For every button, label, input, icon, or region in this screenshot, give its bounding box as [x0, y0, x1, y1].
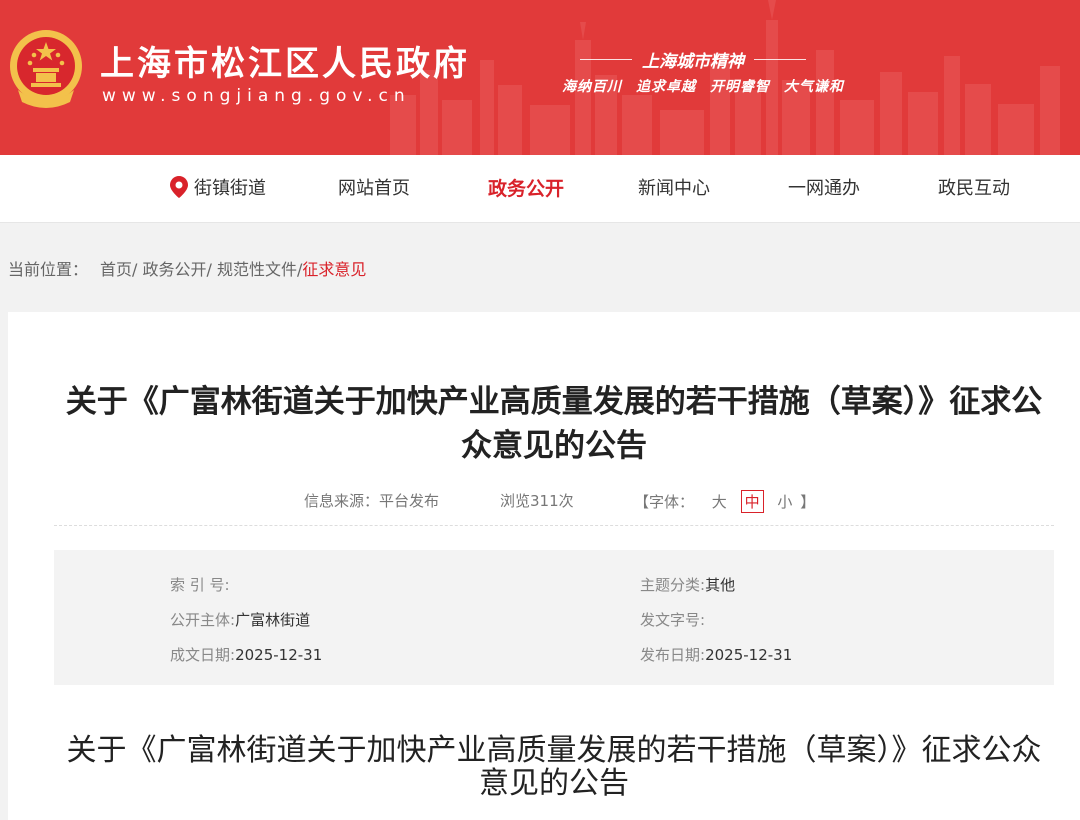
breadcrumb: 当前位置： 首页/ 政务公开/ 规范性文件/征求意见: [8, 256, 366, 280]
font-size-end: 】: [800, 493, 816, 511]
site-url: www.songjiang.gov.cn: [102, 86, 411, 106]
slogan-item: 海纳百川: [562, 79, 622, 95]
breadcrumb-current: 征求意见: [302, 260, 367, 279]
location-pin-icon: [170, 176, 188, 198]
info-topic-value: 其他: [705, 576, 736, 594]
info-index: 索 引 号:: [170, 574, 230, 595]
nav-item-label: 街镇街道: [194, 178, 266, 199]
info-published-label: 发布日期:: [640, 646, 706, 664]
info-published-date: 发布日期:2025-12-31: [640, 644, 792, 665]
national-emblem-icon: [10, 30, 82, 108]
article-body-title: 关于《广富林街道关于加快产业高质量发展的若干措施（草案）》征求公众意见的公告: [66, 733, 1042, 801]
source-label: 信息来源：: [304, 492, 380, 510]
nav-item-news[interactable]: 新闻中心: [638, 155, 710, 223]
nav-item-home[interactable]: 网站首页: [338, 155, 410, 223]
breadcrumb-gov-affairs-link[interactable]: 政务公开/: [143, 260, 212, 279]
site-header: 上海市松江区人民政府 www.songjiang.gov.cn 上海城市精神 海…: [0, 0, 1080, 155]
info-publisher: 公开主体:广富林街道: [170, 609, 310, 630]
info-docno: 发文字号:: [640, 609, 705, 630]
breadcrumb-home-link[interactable]: 首页/: [100, 260, 137, 279]
info-created-label: 成文日期:: [170, 646, 236, 664]
info-publisher-value: 广富林街道: [235, 611, 311, 629]
main-nav: 街镇街道 网站首页 政务公开 新闻中心 一网通办 政民互动: [0, 155, 1080, 223]
document-info-box: 索 引 号: 主题分类:其他 公开主体:广富林街道 发文字号: 成文日期:202…: [54, 550, 1054, 685]
font-size-large-button[interactable]: 大: [709, 491, 730, 512]
font-size-label: 【字体：: [634, 493, 695, 511]
slogan-title-text: 上海城市精神: [642, 51, 744, 72]
nav-item-interaction[interactable]: 政民互动: [938, 155, 1010, 223]
info-topic: 主题分类:其他: [640, 574, 735, 595]
info-index-label: 索 引 号:: [170, 576, 230, 594]
site-title: 上海市松江区人民政府: [100, 44, 470, 84]
meta-divider: [54, 525, 1054, 526]
info-topic-label: 主题分类:: [640, 576, 706, 594]
info-published-value: 2025-12-31: [705, 646, 793, 664]
slogan-line-right: [754, 58, 806, 60]
slogan-subtitle: 海纳百川 追求卓越 开明睿智 大气谦和: [562, 76, 858, 96]
article-title: 关于《广富林街道关于加快产业高质量发展的若干措施（草案）》征求公众意见的公告: [65, 384, 1043, 464]
article-source: 信息来源：平台发布: [304, 490, 439, 511]
source-value: 平台发布: [379, 492, 440, 510]
font-size-small-button[interactable]: 小: [774, 491, 795, 512]
nav-item-streets[interactable]: 街镇街道: [170, 155, 266, 223]
nav-item-online-services[interactable]: 一网通办: [788, 155, 860, 223]
breadcrumb-label: 当前位置：: [8, 260, 89, 279]
font-size-medium-button[interactable]: 中: [740, 490, 764, 513]
slogan-item: 开明睿智: [710, 79, 770, 95]
slogan-line-left: [580, 58, 632, 60]
slogan-title: 上海城市精神: [580, 44, 806, 74]
info-created-date: 成文日期:2025-12-31: [170, 644, 322, 665]
breadcrumb-regulations-link[interactable]: 规范性文件/: [217, 260, 302, 279]
nav-item-gov-affairs[interactable]: 政务公开: [488, 155, 564, 223]
info-created-value: 2025-12-31: [235, 646, 323, 664]
view-count: 浏览311次: [500, 492, 574, 510]
article-card: 关于《广富林街道关于加快产业高质量发展的若干措施（草案）》征求公众意见的公告 信…: [8, 312, 1080, 820]
font-size-switcher: 【字体： 大 中 小 】: [634, 490, 815, 513]
info-publisher-label: 公开主体:: [170, 611, 236, 629]
slogan-item: 追求卓越: [636, 79, 696, 95]
slogan-item: 大气谦和: [784, 79, 844, 95]
info-docno-label: 发文字号:: [640, 611, 706, 629]
